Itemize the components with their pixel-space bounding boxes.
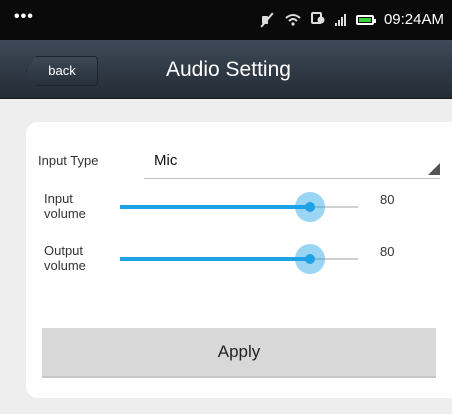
status-icons: 09:24AM bbox=[259, 11, 444, 29]
page-title: Audio Setting bbox=[166, 58, 291, 81]
dropdown-arrow-icon bbox=[428, 163, 440, 175]
output-volume-label: Output volume bbox=[44, 243, 86, 273]
input-volume-slider[interactable] bbox=[120, 192, 358, 222]
output-volume-label-line2: volume bbox=[44, 258, 86, 273]
input-volume-value: 80 bbox=[380, 192, 395, 207]
mute-icon bbox=[259, 12, 275, 28]
sync-icon bbox=[310, 11, 325, 30]
header-bar: back Audio Setting bbox=[0, 40, 452, 99]
slider-fill bbox=[120, 257, 311, 261]
slider-fill bbox=[120, 205, 311, 209]
output-volume-slider[interactable] bbox=[120, 244, 358, 274]
status-bar: ••• 09:24AM bbox=[0, 0, 452, 40]
signal-icon bbox=[334, 14, 346, 26]
slider-thumb[interactable] bbox=[295, 192, 326, 222]
output-volume-value: 80 bbox=[380, 244, 395, 259]
wifi-icon bbox=[285, 13, 301, 27]
input-type-label: Input Type bbox=[38, 153, 99, 168]
back-button[interactable]: back bbox=[26, 56, 98, 86]
status-time: 09:24AM bbox=[383, 11, 444, 28]
apply-button[interactable]: Apply bbox=[42, 328, 436, 378]
input-volume-label-line2: volume bbox=[44, 206, 86, 221]
input-volume-label-line1: Input bbox=[44, 191, 73, 206]
slider-thumb[interactable] bbox=[295, 244, 326, 274]
battery-icon bbox=[355, 15, 376, 25]
notification-dots-icon: ••• bbox=[14, 8, 34, 25]
output-volume-label-line1: Output bbox=[44, 243, 84, 258]
input-volume-label: Input volume bbox=[44, 191, 86, 221]
audio-settings-card: Input Type Mic Input volume 80 Output vo… bbox=[26, 122, 452, 398]
input-type-value: Mic bbox=[154, 152, 178, 169]
input-type-select[interactable]: Mic bbox=[144, 144, 440, 179]
